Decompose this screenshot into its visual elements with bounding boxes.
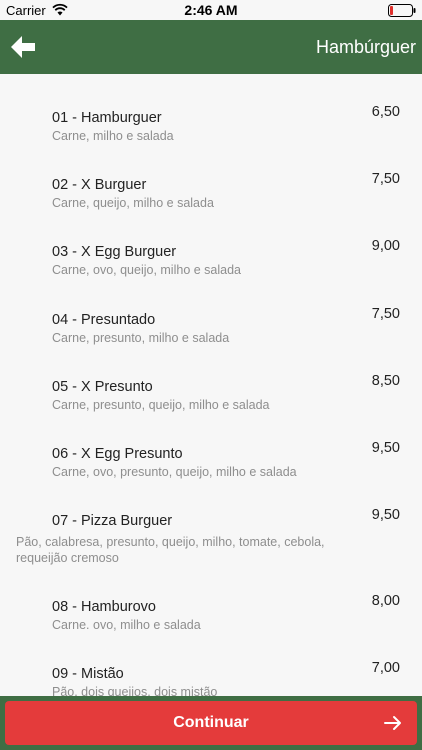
- battery-icon: [388, 4, 416, 17]
- item-description: Carne, milho e salada: [52, 129, 174, 143]
- item-name: 07 - Pizza Burguer: [52, 513, 173, 529]
- menu-list[interactable]: 01 - Hamburguer Carne, milho e salada 6,…: [0, 74, 422, 696]
- item-price: 8,50: [371, 373, 400, 389]
- clock: 2:46 AM: [184, 2, 238, 18]
- item-price: 9,50: [371, 507, 400, 523]
- item-price: 8,00: [371, 593, 400, 609]
- item-name: 06 - X Egg Presunto: [52, 446, 183, 462]
- item-description: Carne, ovo, presunto, queijo, milho e sa…: [52, 465, 297, 479]
- page-title: Hambúrguer: [315, 37, 416, 57]
- item-description: Carne, presunto, queijo, milho e salada: [52, 398, 270, 412]
- item-description: Carne, ovo, queijo, milho e salada: [52, 263, 242, 277]
- item-name: 04 - Presuntado: [52, 312, 156, 328]
- item-description: Carne. ovo, milho e salada: [52, 618, 201, 632]
- continue-button-label: Continuar: [173, 714, 249, 731]
- item-description: Pão, calabresa, presunto, queijo, milho,…: [16, 535, 325, 565]
- item-price: 9,00: [371, 238, 400, 254]
- item-price: 7,00: [371, 660, 400, 676]
- navigation-bar: Hambúrguer: [0, 20, 422, 74]
- item-name: 08 - Hamburovo: [52, 599, 156, 615]
- item-name: 05 - X Presunto: [52, 379, 153, 395]
- item-description: Carne, presunto, milho e salada: [52, 331, 230, 345]
- item-name: 03 - X Egg Burguer: [52, 244, 177, 260]
- status-bar: Carrier 2:46 AM: [0, 0, 422, 20]
- item-price: 7,50: [371, 306, 400, 322]
- item-description: Pão, dois queijos, dois mistão: [52, 685, 218, 696]
- item-name: 01 - Hamburguer: [52, 110, 162, 126]
- bottom-bar: Continuar: [0, 696, 422, 750]
- continue-button[interactable]: Continuar: [5, 701, 417, 745]
- item-price: 6,50: [371, 104, 400, 120]
- arrow-right-icon: [384, 716, 401, 730]
- item-description: Carne, queijo, milho e salada: [52, 196, 214, 210]
- item-price: 7,50: [371, 171, 400, 187]
- item-price: 9,50: [371, 440, 400, 456]
- back-arrow-icon[interactable]: [10, 35, 36, 59]
- item-name: 02 - X Burguer: [52, 177, 147, 193]
- item-name: 09 - Mistão: [52, 666, 124, 682]
